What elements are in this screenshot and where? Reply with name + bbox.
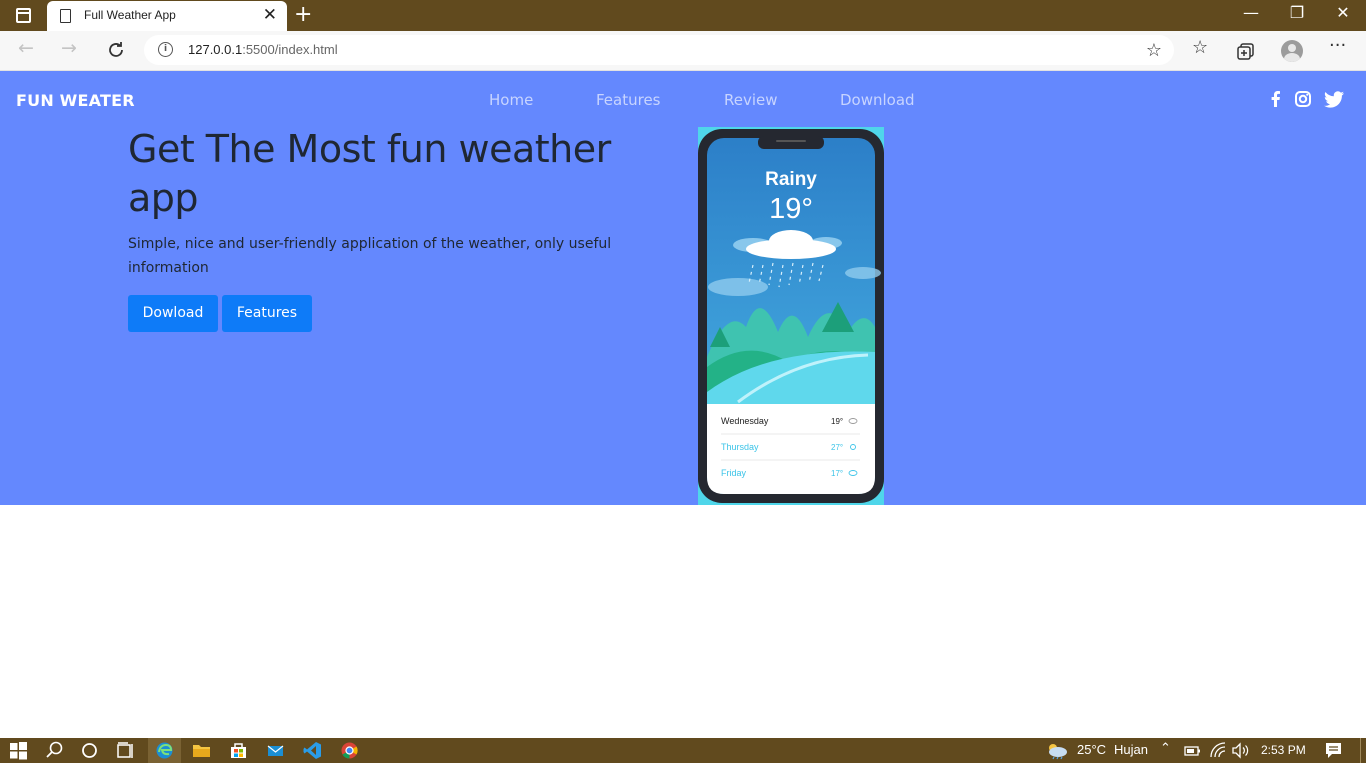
chevron-up-icon[interactable]: ⌃	[1160, 741, 1171, 756]
browser-toolbar: ← → i 127.0.0.1:5500/index.html ☆ ☆ ···	[0, 31, 1366, 71]
restore-button[interactable]: ❐	[1274, 3, 1320, 22]
phone-condition: Rainy	[765, 169, 817, 190]
instagram-icon[interactable]	[1293, 89, 1313, 109]
taskbar-clock[interactable]: 2:53 PM	[1261, 743, 1306, 757]
mail-icon[interactable]	[266, 741, 285, 760]
chrome-icon[interactable]	[340, 741, 359, 760]
tab-close-icon[interactable]: ✕	[263, 5, 277, 25]
browser-titlebar: Full Weather App ✕ + — ❐ ✕	[0, 0, 1366, 31]
minimize-button[interactable]: —	[1228, 3, 1274, 22]
file-explorer-icon[interactable]	[192, 741, 211, 760]
hero-section: FUN WEATER Home Features Review Download…	[0, 71, 1366, 505]
windows-start-icon[interactable]	[9, 741, 28, 760]
show-desktop-divider[interactable]	[1360, 738, 1361, 763]
cortana-icon[interactable]	[80, 741, 99, 760]
forecast-temp: 17°	[831, 469, 843, 478]
favorites-icon[interactable]: ☆	[1192, 37, 1208, 58]
nav-home[interactable]: Home	[489, 91, 533, 109]
features-button[interactable]: Features	[222, 295, 312, 332]
twitter-icon[interactable]	[1323, 89, 1345, 109]
url-text[interactable]: 127.0.0.1:5500/index.html	[188, 42, 338, 57]
forecast-day: Friday	[721, 468, 747, 478]
brand-logo[interactable]: FUN WEATER	[16, 91, 135, 110]
facebook-icon[interactable]	[1266, 89, 1286, 109]
store-icon[interactable]	[229, 741, 248, 760]
notifications-icon[interactable]	[1324, 741, 1343, 760]
address-bar[interactable]: i 127.0.0.1:5500/index.html ☆	[144, 35, 1174, 65]
vscode-icon[interactable]	[303, 741, 322, 760]
nav-review[interactable]: Review	[724, 91, 778, 109]
wifi-icon[interactable]	[1209, 741, 1226, 760]
download-button[interactable]: Dowload	[128, 295, 218, 332]
reload-icon[interactable]	[106, 40, 126, 60]
phone-temperature: 19°	[769, 193, 813, 225]
hero-subtitle: Simple, nice and user-friendly applicati…	[128, 236, 612, 276]
new-tab-button[interactable]: +	[294, 2, 312, 27]
weather-cloud-rain-icon[interactable]	[1045, 741, 1069, 760]
forecast-temp: 19°	[831, 417, 843, 426]
windows-taskbar: 25°C Hujan ⌃ 2:53 PM	[0, 738, 1366, 763]
favorite-add-icon[interactable]: ☆	[1146, 40, 1162, 61]
back-button[interactable]: ←	[18, 37, 34, 59]
search-icon[interactable]	[45, 741, 64, 760]
nav-download[interactable]: Download	[840, 91, 915, 109]
hero-title: Get The Most fun weather app	[128, 127, 611, 220]
taskbar-weather-temp[interactable]: 25°C	[1077, 742, 1106, 757]
browser-tab[interactable]: Full Weather App ✕	[47, 1, 287, 31]
collections-icon[interactable]	[1237, 42, 1255, 60]
tab-title: Full Weather App	[84, 8, 176, 22]
taskbar-weather-text[interactable]: Hujan	[1114, 742, 1148, 757]
more-icon[interactable]: ···	[1329, 35, 1346, 56]
page-icon	[60, 9, 71, 23]
battery-icon[interactable]	[1184, 741, 1201, 760]
tab-actions-icon[interactable]	[16, 8, 31, 23]
forward-button[interactable]: →	[61, 37, 77, 59]
close-window-button[interactable]: ✕	[1320, 3, 1366, 22]
task-view-icon[interactable]	[116, 741, 135, 760]
forecast-temp: 27°	[831, 443, 843, 452]
profile-icon[interactable]	[1281, 40, 1303, 62]
volume-icon[interactable]	[1231, 741, 1249, 760]
info-icon[interactable]: i	[158, 42, 173, 57]
edge-icon[interactable]	[155, 741, 174, 760]
nav-features[interactable]: Features	[596, 91, 661, 109]
forecast-day: Wednesday	[721, 416, 769, 426]
forecast-day: Thursday	[721, 442, 759, 452]
phone-mockup-image: Rainy 19° Wednesday 19° Thursday 27° Fri…	[698, 127, 884, 505]
